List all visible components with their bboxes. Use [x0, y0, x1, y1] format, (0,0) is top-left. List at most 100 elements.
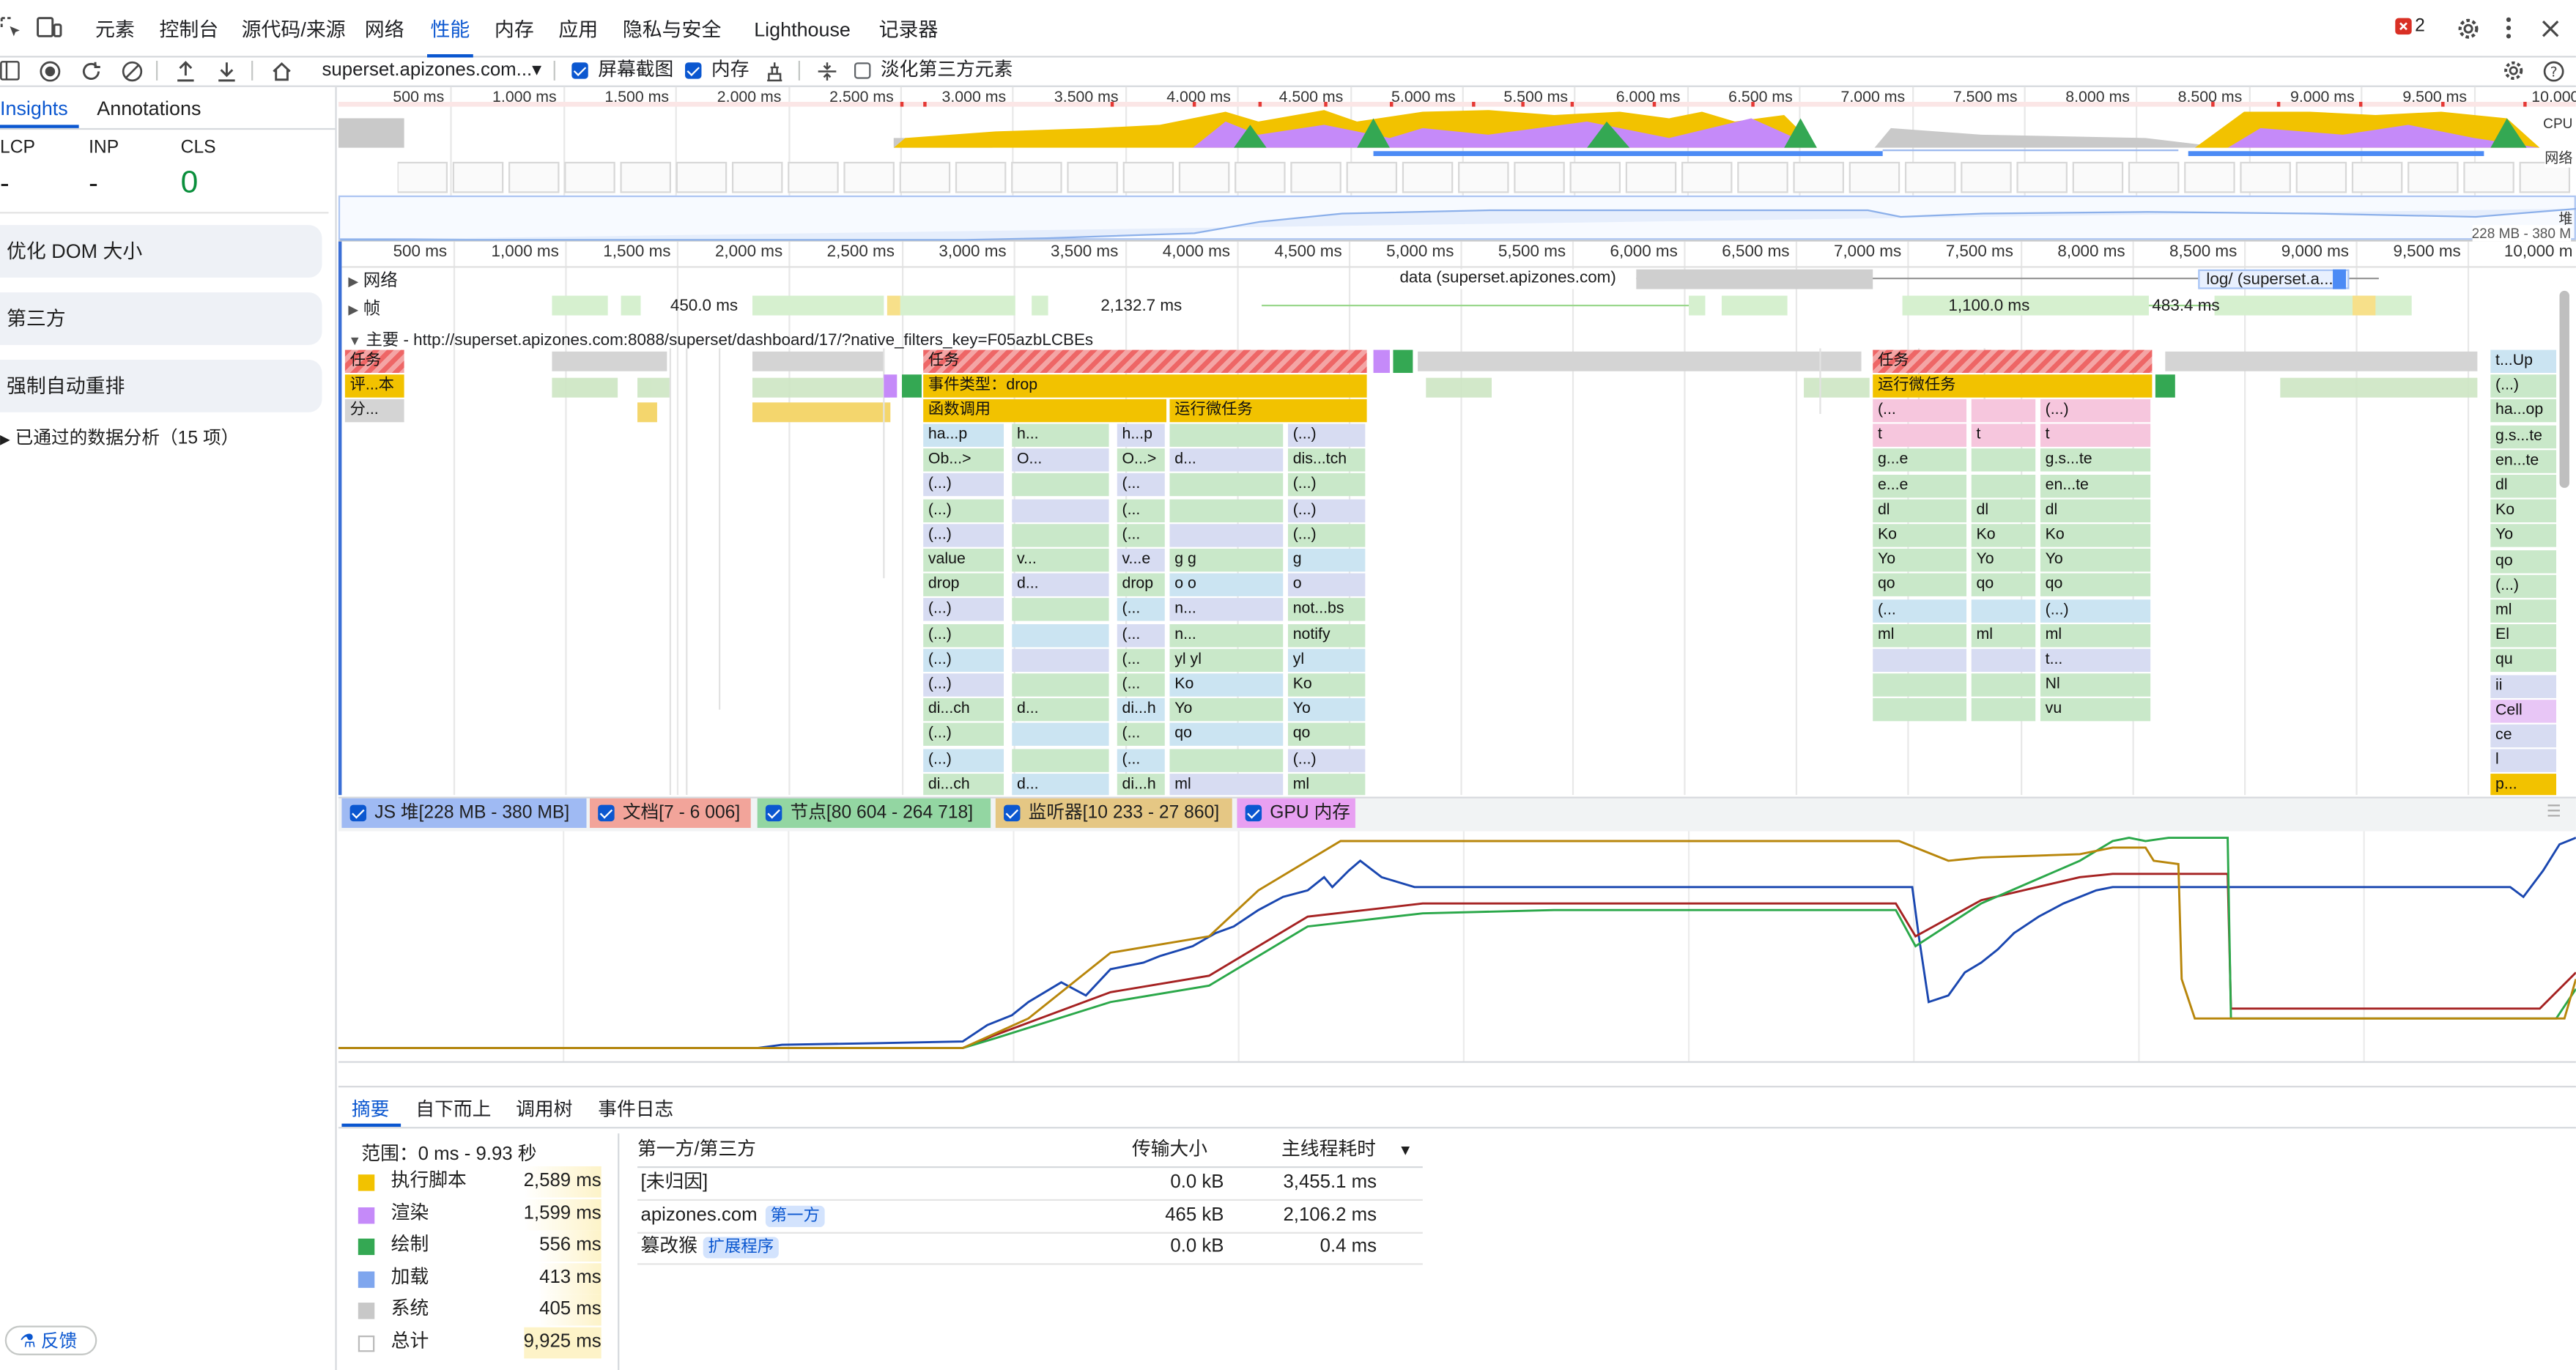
- flame-call-frame[interactable]: (...: [1117, 473, 1165, 497]
- flame-call-frame[interactable]: yl yl: [1169, 648, 1284, 672]
- flame-task-block[interactable]: 任务: [1873, 349, 2153, 373]
- flame-call-frame[interactable]: (...): [923, 498, 1004, 522]
- flame-event-drop[interactable]: 事件类型：drop: [923, 374, 1367, 398]
- flame-call-frame[interactable]: (...): [1287, 423, 1366, 447]
- flame-call-frame[interactable]: [1873, 648, 1967, 673]
- counter-checkbox[interactable]: [1245, 804, 1262, 822]
- sort-descending-icon[interactable]: ▼: [1398, 1135, 1413, 1166]
- flame-call-frame[interactable]: [1971, 599, 2036, 622]
- column-header-entity[interactable]: 第一方/第三方: [637, 1135, 756, 1166]
- page-url-select[interactable]: superset.apizones.com...▾: [322, 56, 541, 85]
- flame-call-frame[interactable]: qo: [2490, 549, 2557, 573]
- sidebar-tab-annotations[interactable]: Annotations: [97, 97, 201, 119]
- flame-call-frame[interactable]: (...): [1287, 498, 1366, 522]
- flame-call-frame[interactable]: value: [923, 548, 1004, 572]
- network-track-header[interactable]: ▶ 网络: [348, 267, 397, 292]
- flame-call-frame[interactable]: (...): [2490, 374, 2557, 399]
- flame-call-frame[interactable]: en...te: [2040, 474, 2151, 497]
- flame-call-frame[interactable]: [1012, 623, 1109, 647]
- flame-call-frame[interactable]: d...: [1012, 573, 1109, 597]
- timeline-overview[interactable]: 500 ms 1,000 ms 1,500 ms 2,000 ms 2,500 ms 3,…: [338, 86, 2576, 242]
- flame-call-frame[interactable]: Ko: [1971, 524, 2036, 547]
- flame-call-frame[interactable]: qo: [1873, 574, 1967, 597]
- flame-call-frame[interactable]: Cell: [2490, 699, 2557, 723]
- insight-card-dom-size[interactable]: 优化 DOM 大小: [0, 225, 322, 278]
- capture-settings-gear-icon[interactable]: [2502, 59, 2525, 82]
- tab-privacy-security[interactable]: 隐私与安全: [623, 0, 722, 56]
- flame-call-frame[interactable]: dl: [2490, 474, 2557, 498]
- drag-handle-icon[interactable]: ☰: [2547, 803, 2561, 821]
- flame-event-block[interactable]: [1393, 349, 1413, 373]
- third-party-table-row[interactable]: [未归因] 0.0 kB 3,455.1 ms: [637, 1168, 1423, 1201]
- flame-call-frame[interactable]: [1971, 698, 2036, 722]
- flame-call-frame[interactable]: (...): [923, 723, 1004, 747]
- flame-call-frame[interactable]: (...: [1117, 623, 1165, 647]
- flame-call-frame[interactable]: g...e: [1873, 448, 1967, 473]
- flame-call-frame[interactable]: [1169, 423, 1284, 447]
- flame-call-frame[interactable]: [1971, 448, 2036, 473]
- network-request-log[interactable]: log/ (superset.a...: [2198, 269, 2350, 289]
- flame-call-frame[interactable]: h...: [1012, 423, 1109, 447]
- flame-call-frame[interactable]: Ko: [1873, 524, 1967, 547]
- tab-network[interactable]: 网络: [365, 0, 404, 56]
- counter-nodes[interactable]: 节点[80 604 - 264 718]: [757, 798, 991, 829]
- sidebar-tab-insights[interactable]: Insights: [0, 97, 68, 119]
- tab-summary[interactable]: 摘要: [352, 1096, 390, 1122]
- tab-call-tree[interactable]: 调用树: [516, 1096, 572, 1122]
- flame-call-frame[interactable]: (...: [1117, 748, 1165, 771]
- flame-call-frame[interactable]: v...: [1012, 548, 1109, 572]
- flame-call-frame[interactable]: (...): [923, 473, 1004, 497]
- flame-call-frame[interactable]: qu: [2490, 649, 2557, 673]
- flame-call-frame[interactable]: (...: [1873, 599, 1967, 622]
- flame-event-block[interactable]: [2155, 374, 2175, 398]
- flame-call-frame[interactable]: ii: [2490, 674, 2557, 698]
- main-thread-track-header[interactable]: ▼ 主要 - http://superset.apizones.com:8088…: [348, 325, 1093, 350]
- flame-call-frame[interactable]: El: [2490, 624, 2557, 648]
- flame-call-frame[interactable]: n...: [1169, 599, 1284, 622]
- counter-checkbox[interactable]: [349, 804, 367, 822]
- flame-call-frame[interactable]: Ko: [2040, 524, 2151, 547]
- flame-call-frame[interactable]: Yo: [1169, 698, 1284, 722]
- flame-call-frame[interactable]: g g: [1169, 548, 1284, 572]
- tab-event-log[interactable]: 事件日志: [598, 1096, 673, 1122]
- clear-icon[interactable]: [120, 59, 143, 82]
- tab-bottom-up[interactable]: 自下而上: [415, 1096, 491, 1122]
- flame-call-frame[interactable]: dis...tch: [1287, 448, 1366, 472]
- more-options-icon[interactable]: [2499, 15, 2519, 41]
- flame-run-microtasks[interactable]: 运行微任务: [1169, 399, 1367, 423]
- flame-call-frame[interactable]: Yo: [2040, 549, 2151, 572]
- flame-call-frame[interactable]: [1873, 698, 1967, 722]
- flame-call-frame[interactable]: Yo: [1287, 698, 1366, 722]
- flame-call-frame[interactable]: (...: [1117, 523, 1165, 547]
- flame-call-frame[interactable]: d...: [1012, 773, 1109, 796]
- memory-checkbox[interactable]: [685, 62, 702, 79]
- flame-call-frame[interactable]: (...: [1117, 599, 1165, 622]
- flame-task-block[interactable]: 任务: [344, 349, 404, 373]
- flame-call-frame[interactable]: en...te: [2490, 449, 2557, 473]
- flame-call-frame[interactable]: ha...p: [923, 423, 1004, 447]
- flame-call-frame[interactable]: dl: [1873, 499, 1967, 522]
- flame-event-block[interactable]: 评...本: [344, 374, 404, 398]
- home-icon[interactable]: [270, 59, 292, 82]
- reload-record-icon[interactable]: [79, 59, 102, 82]
- flame-call-frame[interactable]: [1169, 498, 1284, 522]
- flame-call-frame[interactable]: di...h: [1117, 698, 1165, 722]
- flame-call-frame[interactable]: [1971, 648, 2036, 673]
- screenshots-checkbox[interactable]: [571, 62, 588, 79]
- flame-call-frame[interactable]: (...): [2040, 399, 2151, 423]
- counter-checkbox[interactable]: [1004, 804, 1021, 822]
- tab-recorder[interactable]: 记录器: [879, 0, 939, 56]
- column-header-main-thread-time[interactable]: 主线程耗时: [1281, 1135, 1376, 1166]
- flame-call-frame[interactable]: (...): [923, 599, 1004, 622]
- flame-call-frame[interactable]: qo: [1287, 723, 1366, 747]
- flame-call-frame[interactable]: qo: [2040, 574, 2151, 597]
- flame-call-frame[interactable]: drop: [923, 573, 1004, 597]
- tab-sources[interactable]: 源代码/来源: [242, 0, 346, 56]
- flame-call-frame[interactable]: O...>: [1117, 448, 1165, 472]
- flame-call-frame[interactable]: v...e: [1117, 548, 1165, 572]
- counter-js-heap[interactable]: JS 堆[228 MB - 380 MB]: [341, 798, 587, 829]
- flame-call-frame[interactable]: [1971, 673, 2036, 697]
- flame-call-frame[interactable]: [1169, 473, 1284, 497]
- flame-call-frame[interactable]: [1012, 723, 1109, 747]
- counter-gpu-memory[interactable]: GPU 内存: [1237, 798, 1355, 829]
